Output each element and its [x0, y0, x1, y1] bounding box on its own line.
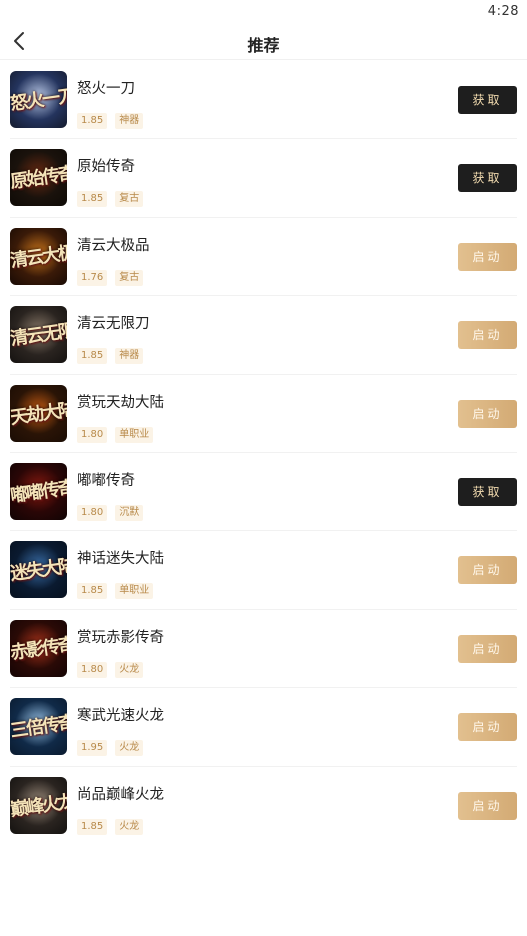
game-thumbnail-text: 天劫大陆	[10, 398, 67, 429]
launch-button[interactable]: 启动	[458, 634, 517, 663]
version-tag: 1.85	[77, 583, 108, 600]
game-name: 神话迷失大陆	[77, 551, 164, 568]
game-info: 赏玩天劫大陆 1.80 单职业	[77, 391, 164, 443]
list-item[interactable]: 怒火一刀 怒火一刀 1.85 神器 获取	[10, 61, 517, 140]
game-thumbnail-text: 巅峰火龙	[10, 790, 67, 821]
game-list: 怒火一刀 怒火一刀 1.85 神器 获取 原始传奇 原始传奇 1.85 复古 获取 …	[0, 61, 527, 845]
game-tags: 1.85 神器	[77, 343, 151, 365]
version-tag: 1.85	[77, 818, 108, 835]
game-thumbnail[interactable]: 原始传奇	[10, 149, 67, 207]
game-thumbnail[interactable]: 清云无限刀	[10, 306, 67, 364]
game-thumbnail-text: 赤影传奇	[10, 633, 67, 664]
game-thumbnail-text: 迷失大陆	[10, 555, 67, 586]
game-info: 尚品巅峰火龙 1.85 火龙	[77, 783, 164, 835]
get-button[interactable]: 获取	[458, 164, 517, 193]
list-item[interactable]: 清云无限刀 清云无限刀 1.85 神器 启动	[10, 296, 517, 375]
game-info: 清云大极品 1.76 复古	[77, 234, 151, 286]
game-tags: 1.80 火龙	[77, 657, 164, 678]
get-button[interactable]: 获取	[458, 477, 517, 506]
game-thumbnail-text: 三倍传奇	[10, 712, 67, 742]
game-thumbnail-text: 清云大极品	[10, 239, 67, 272]
game-name: 赏玩天劫大陆	[77, 394, 164, 411]
game-name: 尚品巅峰火龙	[77, 786, 164, 803]
launch-button[interactable]: 启动	[458, 791, 517, 820]
version-tag: 1.80	[77, 661, 108, 678]
game-thumbnail[interactable]: 怒火一刀	[10, 71, 67, 128]
launch-button[interactable]: 启动	[458, 242, 517, 271]
list-item[interactable]: 原始传奇 原始传奇 1.85 复古 获取	[10, 139, 517, 218]
category-tag: 火龙	[115, 740, 144, 757]
game-thumbnail[interactable]: 巅峰火龙	[10, 776, 67, 834]
game-thumbnail-text: 原始传奇	[10, 163, 67, 194]
game-thumbnail-text: 清云无限刀	[10, 318, 67, 351]
version-tag: 1.85	[77, 191, 108, 208]
game-thumbnail-text: 怒火一刀	[10, 85, 67, 115]
list-item[interactable]: 迷失大陆 神话迷失大陆 1.85 单职业 启动	[10, 531, 517, 610]
game-thumbnail-text: 嘟嘟传奇	[10, 477, 67, 507]
category-tag: 单职业	[115, 426, 154, 443]
game-info: 神话迷失大陆 1.85 单职业	[77, 547, 164, 600]
launch-button[interactable]: 启动	[458, 713, 517, 742]
game-name: 怒火一刀	[77, 81, 135, 97]
game-info: 赏玩赤影传奇 1.80 火龙	[77, 626, 164, 678]
category-tag: 复古	[115, 191, 144, 208]
game-tags: 1.85 火龙	[77, 814, 164, 835]
game-thumbnail[interactable]: 三倍传奇	[10, 698, 67, 756]
game-thumbnail[interactable]: 赤影传奇	[10, 619, 67, 677]
game-tags: 1.76 复古	[77, 265, 151, 286]
version-tag: 1.80	[77, 426, 108, 443]
game-name: 寒武光速火龙	[77, 708, 164, 725]
game-info: 怒火一刀 1.85 神器	[77, 77, 151, 129]
game-tags: 1.80 沉默	[77, 500, 151, 521]
game-tags: 1.95 火龙	[77, 735, 164, 757]
game-tags: 1.85 神器	[77, 108, 151, 129]
game-name: 清云无限刀	[77, 316, 150, 333]
list-item[interactable]: 三倍传奇 寒武光速火龙 1.95 火龙 启动	[10, 688, 517, 767]
game-info: 原始传奇 1.85 复古	[77, 155, 151, 208]
category-tag: 沉默	[115, 504, 144, 521]
game-info: 清云无限刀 1.85 神器	[77, 312, 151, 365]
list-item[interactable]: 天劫大陆 赏玩天劫大陆 1.80 单职业 启动	[10, 375, 517, 453]
game-tags: 1.85 单职业	[77, 578, 164, 600]
nav-bar: 推荐	[0, 24, 527, 60]
game-name: 赏玩赤影传奇	[77, 629, 164, 646]
launch-button[interactable]: 启动	[458, 321, 517, 350]
category-tag: 单职业	[115, 583, 154, 600]
game-thumbnail[interactable]: 天劫大陆	[10, 384, 67, 442]
game-thumbnail[interactable]: 嘟嘟传奇	[10, 462, 67, 520]
category-tag: 神器	[115, 113, 144, 129]
status-time: 4:28	[487, 4, 519, 19]
game-thumbnail[interactable]: 清云大极品	[10, 227, 67, 285]
status-bar: 4:28	[0, 0, 527, 24]
game-name: 清云大极品	[77, 237, 150, 254]
get-button[interactable]: 获取	[458, 86, 517, 114]
launch-button[interactable]: 启动	[458, 556, 517, 585]
game-info: 寒武光速火龙 1.95 火龙	[77, 704, 164, 757]
page-title: 推荐	[247, 36, 280, 55]
list-item[interactable]: 巅峰火龙 尚品巅峰火龙 1.85 火龙 启动	[10, 767, 517, 845]
game-info: 嘟嘟传奇 1.80 沉默	[77, 469, 151, 521]
version-tag: 1.85	[77, 348, 108, 365]
version-tag: 1.95	[77, 740, 108, 757]
game-tags: 1.85 复古	[77, 186, 151, 208]
list-item[interactable]: 嘟嘟传奇 嘟嘟传奇 1.80 沉默 获取	[10, 453, 517, 532]
game-name: 原始传奇	[77, 159, 135, 176]
launch-button[interactable]: 启动	[458, 399, 517, 428]
version-tag: 1.76	[77, 269, 108, 286]
game-thumbnail[interactable]: 迷失大陆	[10, 541, 67, 599]
game-tags: 1.80 单职业	[77, 422, 164, 443]
category-tag: 火龙	[115, 818, 144, 835]
list-item[interactable]: 清云大极品 清云大极品 1.76 复古 启动	[10, 218, 517, 297]
category-tag: 火龙	[115, 661, 144, 678]
version-tag: 1.80	[77, 504, 108, 521]
version-tag: 1.85	[77, 113, 108, 129]
game-name: 嘟嘟传奇	[77, 472, 135, 489]
category-tag: 神器	[115, 348, 144, 365]
list-item[interactable]: 赤影传奇 赏玩赤影传奇 1.80 火龙 启动	[10, 610, 517, 689]
category-tag: 复古	[115, 269, 144, 286]
